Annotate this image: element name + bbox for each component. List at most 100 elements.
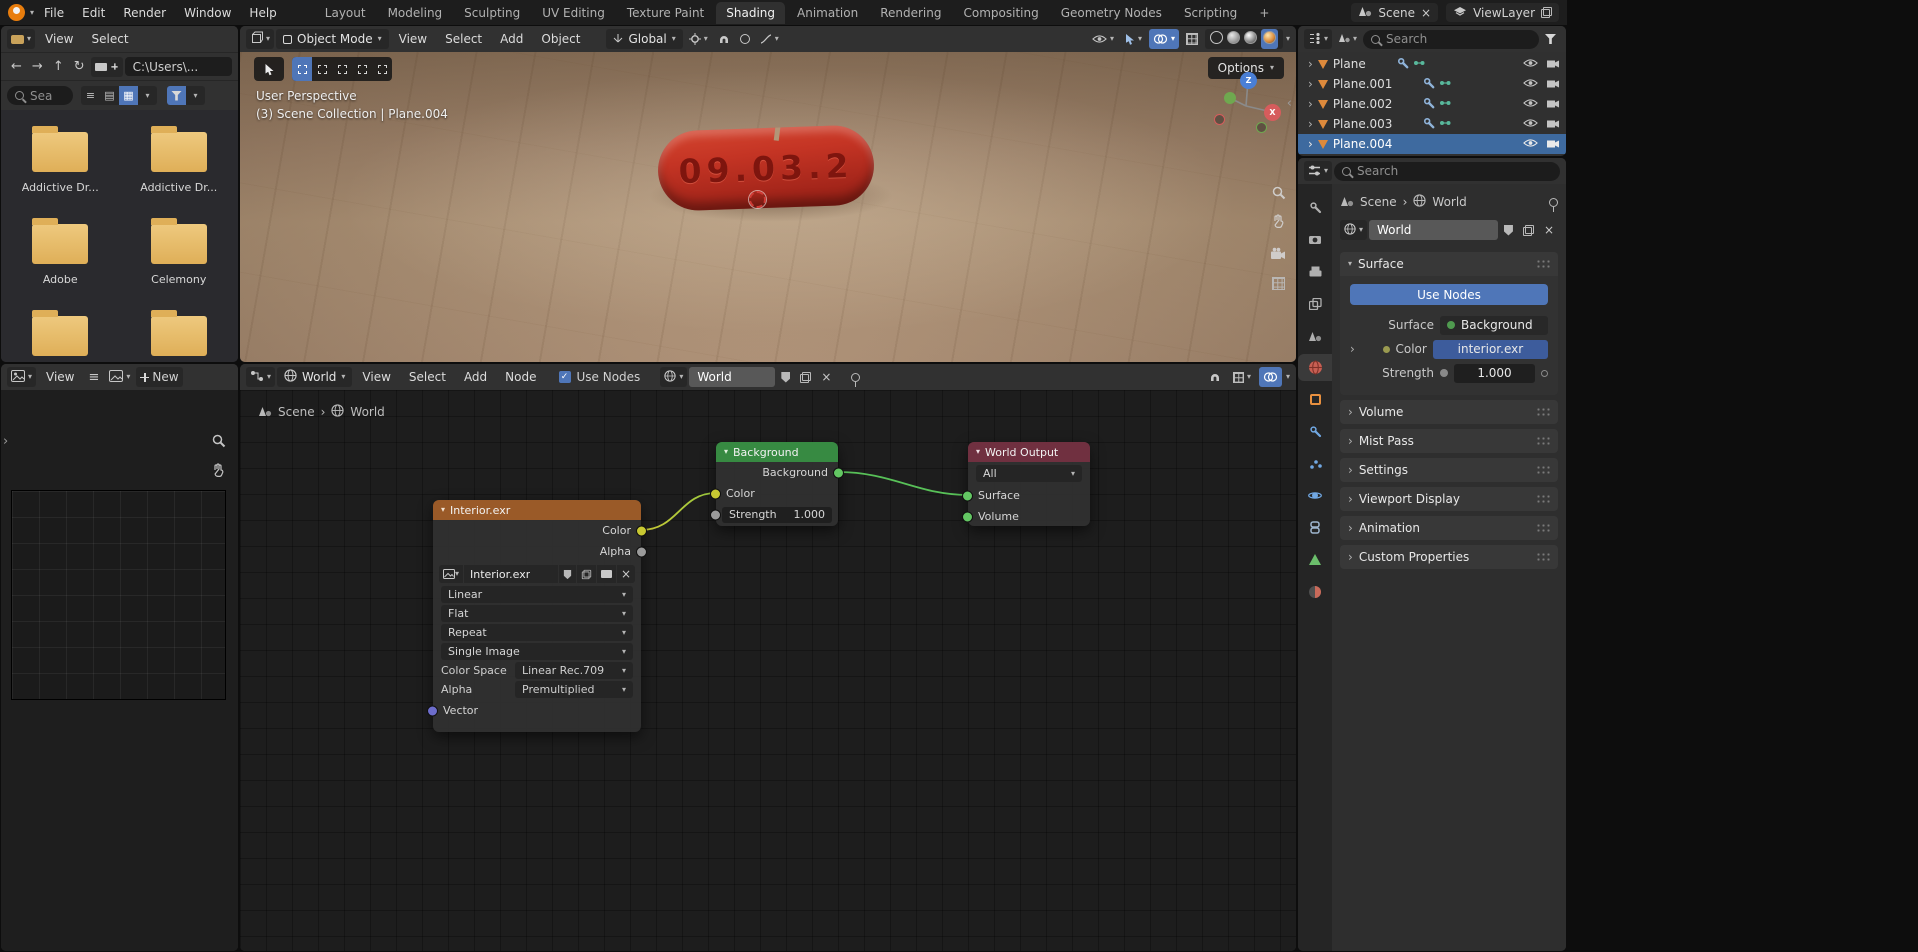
proportional-editing-icon[interactable] (736, 29, 754, 49)
panel-drag-handle-icon[interactable] (1536, 494, 1550, 504)
modifier-wrench-icon[interactable] (1423, 97, 1435, 112)
panel-drag-handle-icon[interactable] (1536, 407, 1550, 417)
volume-input-socket[interactable] (962, 511, 973, 522)
gizmo-y-axis[interactable] (1224, 92, 1236, 104)
folder-item[interactable]: Celemony (127, 224, 231, 286)
pan-hand-icon[interactable] (206, 458, 230, 482)
file-path-field[interactable]: C:\Users\... (125, 57, 232, 76)
tab-material[interactable] (1298, 578, 1332, 605)
tab-rendering[interactable]: Rendering (870, 2, 951, 24)
node-background[interactable]: ▾ Background Background Color Strength 1… (716, 442, 838, 526)
tab-animation[interactable]: Animation (787, 2, 868, 24)
hide-viewport-eye-icon[interactable] (1523, 57, 1538, 71)
file-grid[interactable]: Addictive Dr... Addictive Dr... Adobe Ce… (1, 110, 238, 362)
transform-orientation-select[interactable]: Global▾ (606, 29, 682, 49)
gizmo-x-axis[interactable]: X (1264, 104, 1281, 121)
pan-hand-icon[interactable] (1266, 209, 1290, 233)
surface-panel-header[interactable]: ▾ Surface (1340, 252, 1558, 276)
filter-icon[interactable] (167, 86, 186, 105)
tab-world[interactable] (1298, 354, 1332, 381)
new-image-button[interactable]: New (136, 367, 182, 387)
zoom-tool-icon[interactable] (1266, 180, 1290, 204)
custom-properties-panel-header[interactable]: ›Custom Properties (1340, 545, 1558, 569)
outliner-row[interactable]: › Plane (1298, 54, 1566, 74)
unlink-icon[interactable]: × (817, 367, 835, 387)
tab-texture-paint[interactable]: Texture Paint (617, 2, 714, 24)
vertical-list-icon[interactable]: ≡ (81, 86, 100, 105)
world-name-field[interactable]: World (1369, 220, 1498, 240)
viewlayer-selector[interactable]: ViewLayer (1446, 3, 1559, 22)
copy-icon[interactable] (577, 565, 596, 583)
outliner-row[interactable]: › Plane.003 (1298, 114, 1566, 134)
editor-type-image[interactable]: ▾ (7, 367, 36, 387)
tab-scene[interactable] (1298, 322, 1332, 349)
collapse-icon[interactable]: ▾ (724, 448, 728, 456)
tab-view-layer[interactable] (1298, 290, 1332, 317)
tab-sculpting[interactable]: Sculpting (454, 2, 530, 24)
menu-select[interactable]: Select (437, 29, 490, 49)
alpha-mode-select[interactable]: Premultiplied▾ (515, 681, 633, 698)
unlink-icon[interactable]: × (1540, 220, 1558, 240)
back-icon[interactable]: ← (7, 58, 26, 75)
menu-add[interactable]: Add (456, 367, 495, 387)
forward-icon[interactable]: → (28, 58, 47, 75)
shading-solid-icon[interactable] (1227, 31, 1240, 47)
panel-drag-handle-icon[interactable] (1536, 436, 1550, 446)
blender-logo-icon[interactable] (8, 4, 25, 21)
xray-toggle[interactable] (1182, 29, 1202, 49)
modifier-wrench-icon[interactable] (1397, 57, 1409, 72)
color-space-select[interactable]: Linear Rec.709▾ (515, 662, 633, 679)
node-header[interactable]: ▾ World Output (968, 442, 1090, 462)
image-canvas-grid[interactable] (11, 490, 226, 700)
hide-viewport-eye-icon[interactable] (1523, 97, 1538, 111)
pin-icon[interactable] (847, 367, 864, 387)
select-mode-box[interactable] (312, 57, 332, 81)
scene-selector[interactable]: Scene × (1351, 3, 1438, 22)
folder-item[interactable] (127, 316, 231, 362)
select-mode-add[interactable] (332, 57, 352, 81)
projection-select[interactable]: Flat▾ (441, 605, 633, 622)
panel-drag-handle-icon[interactable] (1536, 552, 1550, 562)
display-size-dropdown[interactable]: ▾ (138, 86, 157, 105)
surface-select[interactable]: Background (1440, 316, 1548, 335)
mode-select[interactable]: Object Mode▾ (276, 29, 389, 49)
menu-object[interactable]: Object (533, 29, 588, 49)
image-editor-canvas[interactable]: › (1, 390, 238, 951)
menu-select[interactable]: Select (84, 29, 137, 49)
menu-view[interactable]: View (37, 29, 81, 49)
panel-drag-handle-icon[interactable] (1536, 523, 1550, 533)
filter-icon[interactable] (1541, 29, 1560, 49)
copy-icon[interactable] (1519, 220, 1538, 240)
snap-magnet-icon[interactable] (1205, 367, 1225, 387)
target-select[interactable]: All▾ (976, 465, 1082, 482)
shading-wireframe-icon[interactable] (1210, 31, 1223, 47)
tab-render[interactable] (1298, 226, 1332, 253)
geometry-nodes-icon[interactable] (1439, 77, 1451, 91)
modifier-wrench-icon[interactable] (1423, 77, 1435, 92)
viewport-canvas[interactable]: Options▾ User Perspective (3) Scene Coll… (240, 52, 1296, 362)
menu-file[interactable]: File (36, 3, 72, 23)
interpolation-select[interactable]: Linear▾ (441, 586, 633, 603)
copy-icon[interactable] (1541, 7, 1552, 18)
strength-slider[interactable]: Strength 1.000 (722, 507, 832, 523)
node-environment-texture[interactable]: ▾ Interior.exr Color Alpha ▾ Interior.ex… (433, 500, 641, 732)
properties-search-input[interactable]: Search (1334, 162, 1560, 181)
create-folder-button[interactable] (91, 57, 123, 77)
folder-item[interactable]: Addictive Dr... (127, 132, 231, 194)
tab-geometry-nodes[interactable]: Geometry Nodes (1051, 2, 1172, 24)
settings-panel-header[interactable]: ›Settings (1340, 458, 1558, 482)
disable-render-camera-icon[interactable] (1546, 97, 1560, 111)
menu-view[interactable]: View (38, 367, 82, 387)
snap-mode-dropdown[interactable]: ▾ (1229, 367, 1255, 387)
hide-viewport-eye-icon[interactable] (1523, 117, 1538, 131)
zoom-tool-icon[interactable] (206, 428, 230, 452)
overlays-dropdown[interactable]: ▾ (1286, 373, 1290, 381)
geometry-nodes-icon[interactable] (1439, 97, 1451, 111)
fake-user-icon[interactable] (777, 367, 794, 387)
strength-input-socket[interactable] (710, 509, 721, 520)
3d-cursor[interactable] (749, 191, 766, 208)
strength-field[interactable]: 1.000 (1454, 364, 1535, 383)
tab-shading[interactable]: Shading (716, 2, 785, 24)
link-background-to-surface[interactable] (838, 472, 968, 495)
shading-dropdown[interactable]: ▾ (1286, 35, 1290, 43)
